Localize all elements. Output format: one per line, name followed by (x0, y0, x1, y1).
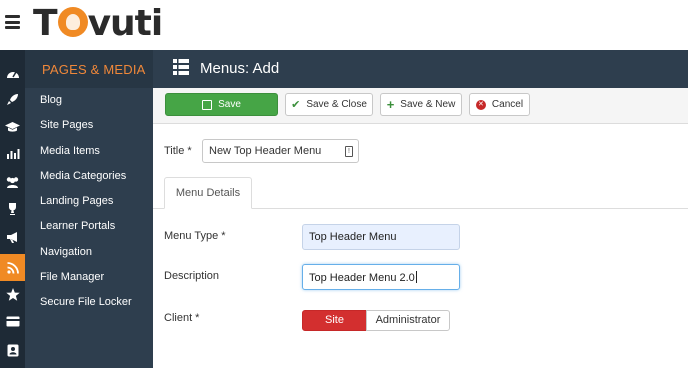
megaphone-icon[interactable] (0, 224, 25, 249)
client-option-site[interactable]: Site (302, 310, 367, 331)
title-field[interactable]: New Top Header Menu ! (202, 139, 359, 163)
description-value: Top Header Menu 2.0 (309, 272, 415, 284)
page-title: Menus: Add (200, 60, 280, 77)
sidebar-item-site-pages[interactable]: Site Pages (25, 118, 153, 143)
cancel-button-label: Cancel (491, 99, 524, 110)
logo-text-right: vuti (87, 3, 164, 44)
save-button[interactable]: Save (165, 93, 278, 116)
bar-chart-icon[interactable] (0, 141, 25, 166)
credit-card-icon[interactable] (0, 309, 25, 334)
sidebar-item-blog[interactable]: Blog (25, 93, 153, 118)
menu-type-label: Menu Type * (164, 230, 226, 242)
graduation-cap-icon[interactable] (0, 114, 25, 139)
title-field-value: New Top Header Menu (209, 145, 322, 157)
trophy-icon[interactable] (0, 196, 25, 221)
star-icon[interactable] (0, 282, 25, 307)
sidebar: PAGES & MEDIA Blog Site Pages Media Item… (25, 50, 153, 368)
title-label: Title * (164, 145, 192, 157)
tovuti-logo[interactable]: T vuti (33, 2, 164, 46)
client-label: Client * (164, 312, 200, 324)
sidebar-item-learner-portals[interactable]: Learner Portals (25, 219, 153, 244)
icon-rail (0, 50, 25, 368)
cancel-button[interactable]: ✕ Cancel (469, 93, 530, 116)
list-grid-icon (173, 59, 189, 75)
sidebar-item-media-categories[interactable]: Media Categories (25, 169, 153, 194)
save-icon (202, 99, 213, 110)
feed-icon[interactable] (0, 254, 25, 281)
sidebar-item-file-manager[interactable]: File Manager (25, 270, 153, 295)
save-new-button-label: Save & New (400, 99, 456, 110)
top-header: T vuti (0, 0, 688, 50)
tab-menu-details[interactable]: Menu Details (164, 177, 252, 209)
sidebar-menu: Blog Site Pages Media Items Media Catego… (25, 93, 153, 321)
sidebar-item-secure-file-locker[interactable]: Secure File Locker (25, 295, 153, 320)
text-cursor (415, 271, 417, 283)
hamburger-menu-icon[interactable] (5, 15, 20, 29)
menu-type-value: Top Header Menu (309, 231, 397, 243)
plus-icon: + (386, 97, 395, 112)
save-close-button-label: Save & Close (306, 99, 367, 110)
menu-type-field[interactable]: Top Header Menu (302, 224, 460, 250)
description-label: Description (164, 270, 220, 282)
rocket-icon[interactable] (0, 87, 25, 112)
dashboard-icon[interactable] (0, 60, 25, 85)
toolbar: Save ✔ Save & Close + Save & New ✕ Cance… (153, 88, 688, 124)
sidebar-item-landing-pages[interactable]: Landing Pages (25, 194, 153, 219)
cancel-icon: ✕ (475, 99, 486, 110)
save-close-button[interactable]: ✔ Save & Close (285, 93, 373, 116)
page-header: Menus: Add (153, 50, 688, 88)
sidebar-heading: PAGES & MEDIA (25, 50, 153, 88)
sidebar-item-navigation[interactable]: Navigation (25, 245, 153, 270)
save-button-label: Save (218, 99, 241, 110)
field-info-icon: ! (345, 146, 353, 157)
users-icon[interactable] (0, 169, 25, 194)
logo-text-left: T (33, 3, 58, 44)
logo-elephant-mark (57, 7, 88, 37)
client-option-administrator[interactable]: Administrator (366, 310, 450, 331)
check-icon: ✔ (291, 99, 301, 111)
id-badge-icon[interactable] (0, 338, 25, 363)
description-field[interactable]: Top Header Menu 2.0 (302, 264, 460, 290)
save-new-button[interactable]: + Save & New (380, 93, 462, 116)
sidebar-item-media-items[interactable]: Media Items (25, 144, 153, 169)
